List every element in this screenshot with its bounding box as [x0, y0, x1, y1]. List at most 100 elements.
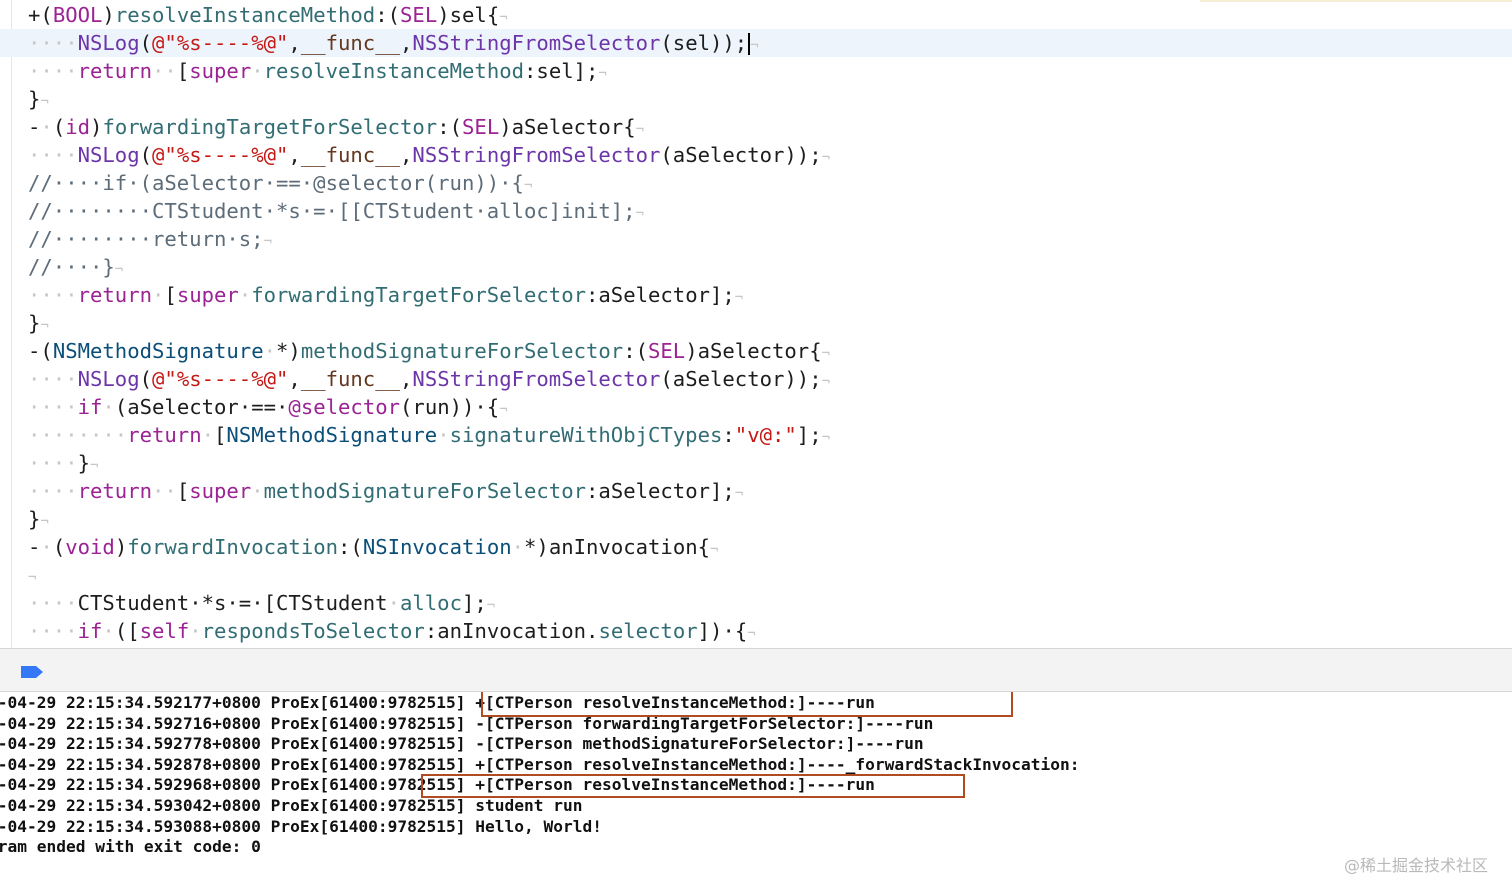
code-token: ········ [28, 423, 128, 447]
code-token: · [251, 59, 264, 83]
newline-marker: ¬ [499, 402, 508, 418]
code-token: (aSelector·==· [114, 395, 289, 419]
code-token: //····} [28, 255, 115, 279]
code-token: "v@:" [734, 423, 797, 447]
code-line[interactable]: //········return·s;¬ [28, 225, 272, 253]
code-token: ·· [152, 479, 177, 503]
code-token: selector [598, 619, 698, 643]
code-line[interactable]: //····if·(aSelector·==·@selector(run))·{… [28, 169, 532, 197]
code-token: *)anInvocation{ [524, 535, 711, 559]
debug-bar [0, 648, 1512, 692]
breakpoint-icon[interactable] [20, 664, 44, 683]
newline-marker: ¬ [486, 598, 496, 614]
code-token: *) [276, 339, 301, 363]
code-token: · [201, 423, 215, 447]
console-line: 2-04-29 22:15:34.592778+0800 ProEx[61400… [0, 734, 924, 754]
code-token: (aSelector)); [660, 367, 822, 391]
code-line[interactable]: ····NSLog(@"%s----%@",__func__,NSStringF… [28, 365, 830, 393]
code-token: :( [437, 115, 463, 139]
code-token: @"%s----%@" [152, 143, 289, 167]
code-token: id [65, 115, 91, 139]
code-token: NSLog [77, 31, 140, 55]
code-line[interactable]: -·(void)forwardInvocation:(NSInvocation·… [28, 533, 718, 561]
code-line[interactable]: ········return·[NSMethodSignature·signat… [28, 421, 830, 449]
code-token: return [77, 283, 153, 307]
code-token: ···· [28, 479, 78, 503]
code-line[interactable]: ····CTStudent·*s·=·[CTStudent·alloc];¬ [28, 589, 495, 617]
code-token: NSLog [77, 367, 140, 391]
code-line[interactable]: ····}¬ [28, 449, 98, 477]
code-token: } [28, 507, 41, 531]
newline-marker: ¬ [710, 542, 719, 558]
code-token: · [102, 619, 115, 643]
code-token: · [238, 283, 252, 307]
code-token: ···· [28, 59, 78, 83]
code-token: )aSelector{ [685, 339, 822, 363]
code-line[interactable]: -(NSMethodSignature·*)methodSignatureFor… [28, 337, 830, 365]
code-token: //····if·(aSelector·==·@selector(run))·{ [28, 171, 524, 195]
code-token: ···· [28, 619, 78, 643]
code-line[interactable]: //····}¬ [28, 253, 123, 281]
watermark: @稀土掘金技术社区 [1343, 856, 1488, 875]
code-line[interactable]: ····return·[super·forwardingTargetForSel… [28, 281, 743, 309]
code-token: ([ [114, 619, 140, 643]
code-token: __func__ [300, 143, 401, 167]
code-line[interactable]: ····NSLog(@"%s----%@",__func__,NSStringF… [28, 29, 759, 57]
newline-marker: ¬ [734, 486, 744, 502]
code-token: :aSelector]; [586, 479, 735, 503]
code-line[interactable]: ····if·([self·respondsToSelector:anInvoc… [28, 617, 756, 645]
code-line[interactable]: ····NSLog(@"%s----%@",__func__,NSStringF… [28, 141, 830, 169]
code-line[interactable]: ····return··[super·methodSignatureForSel… [28, 477, 743, 505]
code-token: · [40, 535, 53, 559]
newline-marker: ¬ [40, 514, 49, 530]
code-token: methodSignatureForSelector [263, 479, 587, 503]
code-token: } [77, 451, 91, 475]
code-token: · [40, 115, 53, 139]
code-token: return [77, 479, 153, 503]
newline-marker: ¬ [263, 234, 273, 250]
code-token: +( [28, 3, 53, 27]
code-line[interactable]: }¬ [28, 505, 49, 533]
code-line[interactable]: ····if·(aSelector·==·@selector(run))·{¬ [28, 393, 508, 421]
code-token: methodSignatureForSelector [300, 339, 624, 363]
console-line: 2-04-29 22:15:34.593088+0800 ProEx[61400… [0, 816, 602, 836]
code-line[interactable]: }¬ [28, 309, 49, 337]
code-line[interactable]: ····return··[super·resolveInstanceMethod… [28, 57, 607, 85]
code-token: ···· [28, 591, 78, 615]
code-token: ···· [28, 143, 78, 167]
code-line[interactable]: }¬ [28, 85, 49, 113]
code-token: - [28, 535, 41, 559]
code-token: , [400, 31, 413, 55]
code-line[interactable]: //········CTStudent·*s·=·[[CTStudent·all… [28, 197, 644, 225]
code-token: · [387, 591, 400, 615]
code-token: (sel)); [660, 31, 748, 55]
code-token: NSInvocation [362, 535, 512, 559]
code-token: ·· [152, 59, 177, 83]
code-token: forwardingTargetForSelector [102, 115, 438, 139]
newline-marker: ¬ [90, 458, 99, 474]
code-token: ···· [28, 31, 78, 55]
code-token: :aSelector]; [586, 283, 735, 307]
code-line[interactable]: -·(id)forwardingTargetForSelector:(SEL)a… [28, 113, 644, 141]
code-line[interactable]: +(BOOL)resolveInstanceMethod:(SEL)sel{¬ [28, 1, 508, 29]
code-line[interactable]: ¬ [28, 561, 36, 589]
newline-marker: ¬ [750, 38, 759, 54]
code-token: · [152, 283, 165, 307]
code-token: signatureWithObjCTypes [449, 423, 723, 447]
code-token: ])·{ [697, 619, 748, 643]
code-token: :sel]; [524, 59, 599, 83]
code-token: void [65, 535, 115, 559]
newline-marker: ¬ [40, 318, 49, 334]
code-token: [ [176, 479, 190, 503]
code-token: )aSelector{ [499, 115, 636, 139]
newline-marker: ¬ [734, 290, 744, 306]
code-editor[interactable]: +(BOOL)resolveInstanceMethod:(SEL)sel{¬ ·… [0, 0, 1512, 648]
code-token: ( [139, 143, 153, 167]
code-token: @selector [288, 395, 401, 419]
code-token: ]; [461, 591, 487, 615]
code-token: __func__ [300, 367, 401, 391]
console-output[interactable]: 2-04-29 22:15:34.592177+0800 ProEx[61400… [0, 692, 1512, 890]
newline-marker: ¬ [747, 626, 756, 642]
code-token: super [189, 59, 252, 83]
highlight-box-resolve-1 [481, 692, 1013, 717]
